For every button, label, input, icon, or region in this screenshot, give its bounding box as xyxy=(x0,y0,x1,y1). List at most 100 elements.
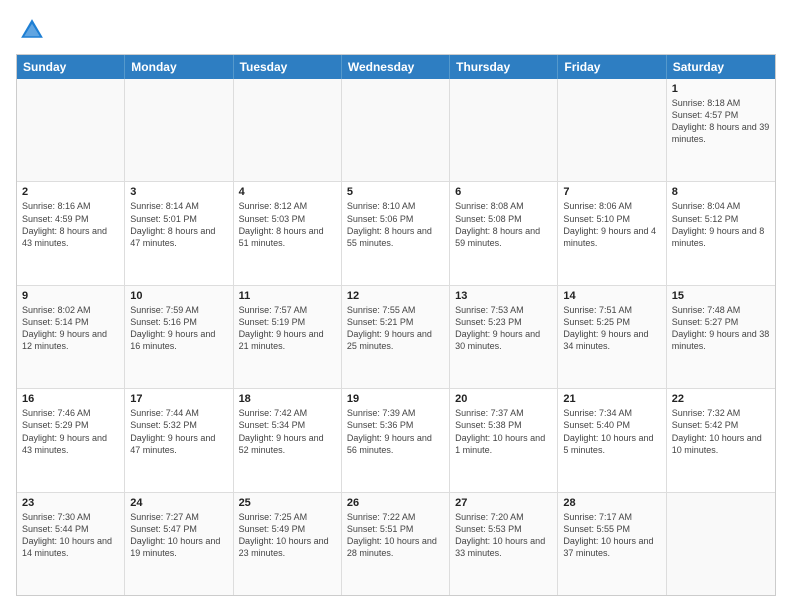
calendar-row-3: 16 Sunrise: 7:46 AM Sunset: 5:29 PM Dayli… xyxy=(17,389,775,492)
day-number: 16 xyxy=(22,393,119,405)
day-number: 26 xyxy=(347,497,444,509)
day-number: 14 xyxy=(563,290,660,302)
day-cell-16: 16 Sunrise: 7:46 AM Sunset: 5:29 PM Dayli… xyxy=(17,389,125,491)
day-info: Sunrise: 7:22 AM Sunset: 5:51 PM Dayligh… xyxy=(347,511,444,560)
day-info: Sunrise: 7:25 AM Sunset: 5:49 PM Dayligh… xyxy=(239,511,336,560)
day-cell-15: 15 Sunrise: 7:48 AM Sunset: 5:27 PM Dayli… xyxy=(667,286,775,388)
day-info: Sunrise: 7:20 AM Sunset: 5:53 PM Dayligh… xyxy=(455,511,552,560)
day-info: Sunrise: 7:27 AM Sunset: 5:47 PM Dayligh… xyxy=(130,511,227,560)
day-info: Sunrise: 7:48 AM Sunset: 5:27 PM Dayligh… xyxy=(672,304,770,353)
logo xyxy=(16,16,46,44)
day-number: 6 xyxy=(455,186,552,198)
day-number: 23 xyxy=(22,497,119,509)
weekday-header-sunday: Sunday xyxy=(17,55,125,79)
day-cell-5: 5 Sunrise: 8:10 AM Sunset: 5:06 PM Daylig… xyxy=(342,182,450,284)
day-number: 7 xyxy=(563,186,660,198)
day-number: 15 xyxy=(672,290,770,302)
calendar-row-1: 2 Sunrise: 8:16 AM Sunset: 4:59 PM Daylig… xyxy=(17,182,775,285)
day-number: 27 xyxy=(455,497,552,509)
weekday-header-thursday: Thursday xyxy=(450,55,558,79)
day-cell-20: 20 Sunrise: 7:37 AM Sunset: 5:38 PM Dayli… xyxy=(450,389,558,491)
day-info: Sunrise: 7:30 AM Sunset: 5:44 PM Dayligh… xyxy=(22,511,119,560)
day-number: 10 xyxy=(130,290,227,302)
day-cell-14: 14 Sunrise: 7:51 AM Sunset: 5:25 PM Dayli… xyxy=(558,286,666,388)
weekday-header-saturday: Saturday xyxy=(667,55,775,79)
day-number: 25 xyxy=(239,497,336,509)
day-number: 20 xyxy=(455,393,552,405)
day-cell-21: 21Sunrise: 7:34 AM Sunset: 5:40 PM Dayli… xyxy=(558,389,666,491)
day-cell-26: 26 Sunrise: 7:22 AM Sunset: 5:51 PM Dayli… xyxy=(342,493,450,595)
weekday-header-friday: Friday xyxy=(558,55,666,79)
day-number: 28 xyxy=(563,497,660,509)
day-number: 11 xyxy=(239,290,336,302)
day-cell-3: 3 Sunrise: 8:14 AM Sunset: 5:01 PM Daylig… xyxy=(125,182,233,284)
header xyxy=(16,16,776,44)
weekday-header-monday: Monday xyxy=(125,55,233,79)
day-info: Sunrise: 8:04 AM Sunset: 5:12 PM Dayligh… xyxy=(672,200,770,249)
day-cell-6: 6Sunrise: 8:08 AM Sunset: 5:08 PM Daylig… xyxy=(450,182,558,284)
day-cell-24: 24 Sunrise: 7:27 AM Sunset: 5:47 PM Dayli… xyxy=(125,493,233,595)
day-number: 4 xyxy=(239,186,336,198)
day-cell-1: 1 Sunrise: 8:18 AM Sunset: 4:57 PM Daylig… xyxy=(667,79,775,181)
day-info: Sunrise: 8:12 AM Sunset: 5:03 PM Dayligh… xyxy=(239,200,336,249)
day-cell-28: 28Sunrise: 7:17 AM Sunset: 5:55 PM Dayli… xyxy=(558,493,666,595)
calendar-row-0: 1 Sunrise: 8:18 AM Sunset: 4:57 PM Daylig… xyxy=(17,79,775,182)
day-cell-8: 8 Sunrise: 8:04 AM Sunset: 5:12 PM Daylig… xyxy=(667,182,775,284)
day-number: 12 xyxy=(347,290,444,302)
empty-cell xyxy=(667,493,775,595)
logo-icon xyxy=(18,16,46,44)
day-cell-7: 7 Sunrise: 8:06 AM Sunset: 5:10 PM Daylig… xyxy=(558,182,666,284)
day-number: 8 xyxy=(672,186,770,198)
day-info: Sunrise: 7:51 AM Sunset: 5:25 PM Dayligh… xyxy=(563,304,660,353)
day-number: 2 xyxy=(22,186,119,198)
calendar-body: 1 Sunrise: 8:18 AM Sunset: 4:57 PM Daylig… xyxy=(17,79,775,595)
day-cell-12: 12 Sunrise: 7:55 AM Sunset: 5:21 PM Dayli… xyxy=(342,286,450,388)
day-info: Sunrise: 8:18 AM Sunset: 4:57 PM Dayligh… xyxy=(672,97,770,146)
day-number: 19 xyxy=(347,393,444,405)
day-number: 5 xyxy=(347,186,444,198)
weekday-header-wednesday: Wednesday xyxy=(342,55,450,79)
calendar-row-4: 23 Sunrise: 7:30 AM Sunset: 5:44 PM Dayli… xyxy=(17,493,775,595)
day-info: Sunrise: 7:37 AM Sunset: 5:38 PM Dayligh… xyxy=(455,407,552,456)
empty-cell xyxy=(558,79,666,181)
day-info: Sunrise: 7:46 AM Sunset: 5:29 PM Dayligh… xyxy=(22,407,119,456)
day-cell-11: 11 Sunrise: 7:57 AM Sunset: 5:19 PM Dayli… xyxy=(234,286,342,388)
empty-cell xyxy=(342,79,450,181)
day-number: 24 xyxy=(130,497,227,509)
weekday-header-tuesday: Tuesday xyxy=(234,55,342,79)
day-info: Sunrise: 8:14 AM Sunset: 5:01 PM Dayligh… xyxy=(130,200,227,249)
day-cell-23: 23 Sunrise: 7:30 AM Sunset: 5:44 PM Dayli… xyxy=(17,493,125,595)
empty-cell xyxy=(125,79,233,181)
day-cell-22: 22 Sunrise: 7:32 AM Sunset: 5:42 PM Dayli… xyxy=(667,389,775,491)
calendar-header: SundayMondayTuesdayWednesdayThursdayFrid… xyxy=(17,55,775,79)
day-number: 18 xyxy=(239,393,336,405)
day-info: Sunrise: 8:16 AM Sunset: 4:59 PM Dayligh… xyxy=(22,200,119,249)
day-info: Sunrise: 7:44 AM Sunset: 5:32 PM Dayligh… xyxy=(130,407,227,456)
day-number: 9 xyxy=(22,290,119,302)
day-cell-27: 27 Sunrise: 7:20 AM Sunset: 5:53 PM Dayli… xyxy=(450,493,558,595)
day-number: 1 xyxy=(672,83,770,95)
day-info: Sunrise: 7:32 AM Sunset: 5:42 PM Dayligh… xyxy=(672,407,770,456)
day-number: 22 xyxy=(672,393,770,405)
day-info: Sunrise: 8:10 AM Sunset: 5:06 PM Dayligh… xyxy=(347,200,444,249)
day-info: Sunrise: 7:39 AM Sunset: 5:36 PM Dayligh… xyxy=(347,407,444,456)
day-info: Sunrise: 7:42 AM Sunset: 5:34 PM Dayligh… xyxy=(239,407,336,456)
day-cell-18: 18 Sunrise: 7:42 AM Sunset: 5:34 PM Dayli… xyxy=(234,389,342,491)
day-cell-13: 13 Sunrise: 7:53 AM Sunset: 5:23 PM Dayli… xyxy=(450,286,558,388)
day-info: Sunrise: 7:34 AM Sunset: 5:40 PM Dayligh… xyxy=(563,407,660,456)
day-number: 3 xyxy=(130,186,227,198)
day-cell-4: 4 Sunrise: 8:12 AM Sunset: 5:03 PM Daylig… xyxy=(234,182,342,284)
day-cell-19: 19 Sunrise: 7:39 AM Sunset: 5:36 PM Dayli… xyxy=(342,389,450,491)
day-info: Sunrise: 7:57 AM Sunset: 5:19 PM Dayligh… xyxy=(239,304,336,353)
day-cell-2: 2 Sunrise: 8:16 AM Sunset: 4:59 PM Daylig… xyxy=(17,182,125,284)
day-cell-25: 25 Sunrise: 7:25 AM Sunset: 5:49 PM Dayli… xyxy=(234,493,342,595)
day-info: Sunrise: 7:53 AM Sunset: 5:23 PM Dayligh… xyxy=(455,304,552,353)
page: SundayMondayTuesdayWednesdayThursdayFrid… xyxy=(0,0,792,612)
day-info: Sunrise: 7:59 AM Sunset: 5:16 PM Dayligh… xyxy=(130,304,227,353)
day-number: 13 xyxy=(455,290,552,302)
empty-cell xyxy=(450,79,558,181)
day-info: Sunrise: 8:02 AM Sunset: 5:14 PM Dayligh… xyxy=(22,304,119,353)
day-info: Sunrise: 8:06 AM Sunset: 5:10 PM Dayligh… xyxy=(563,200,660,249)
day-info: Sunrise: 7:55 AM Sunset: 5:21 PM Dayligh… xyxy=(347,304,444,353)
calendar: SundayMondayTuesdayWednesdayThursdayFrid… xyxy=(16,54,776,596)
